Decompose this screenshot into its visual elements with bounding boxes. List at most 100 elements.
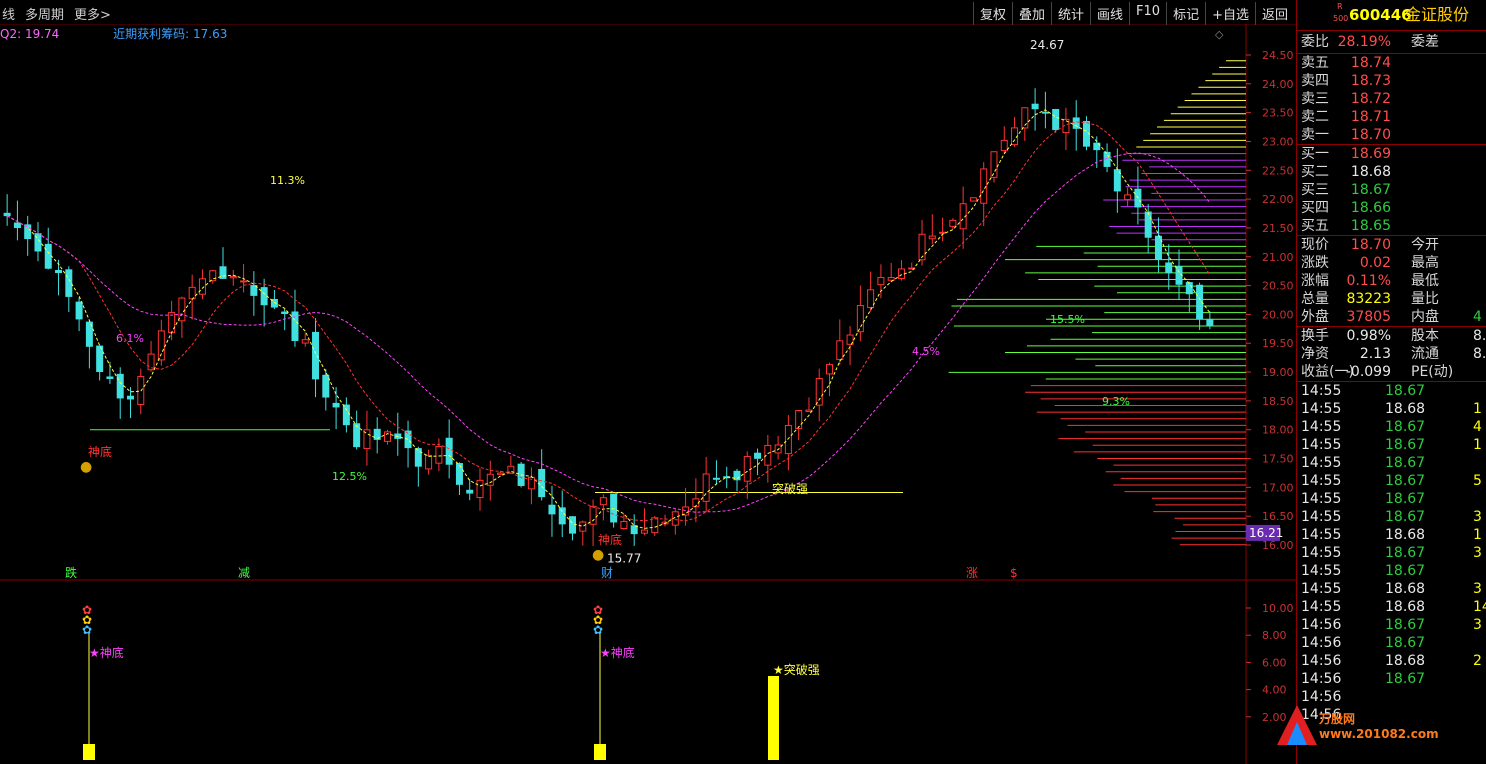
tick-row: 14:55 18.67 4: [1297, 418, 1486, 436]
tick-price: 18.68: [1385, 401, 1426, 417]
ask-row[interactable]: 卖一 18.70: [1297, 126, 1486, 144]
stat-row: 涨幅 0.11% 最低: [1297, 272, 1486, 290]
stat-label-2: 流通: [1411, 346, 1439, 362]
toolbar-button[interactable]: 叠加: [1011, 2, 1051, 25]
price-axis-label: 19.00: [1262, 366, 1294, 379]
candle-body: [116, 373, 124, 399]
toolbar-button[interactable]: 统计: [1051, 2, 1090, 25]
sub-axis-label: 10.00: [1262, 602, 1294, 615]
tick-row: 14:56 18.67: [1297, 634, 1486, 652]
toolbar-button[interactable]: 复权: [972, 2, 1012, 25]
tick-volume: 2: [1473, 653, 1482, 669]
stat-label-2: 内盘: [1411, 309, 1439, 325]
tick-row: 14:55 18.67 1: [1297, 436, 1486, 454]
tick-time: 14:55: [1301, 545, 1342, 561]
ask-row[interactable]: 卖五 18.74: [1297, 54, 1486, 72]
tick-row: 14:55 18.67: [1297, 454, 1486, 472]
watermark: 万股网 www.201082.com: [1267, 700, 1477, 760]
money-bag-icon: ●: [80, 459, 92, 475]
ma-long-line: [6, 152, 1211, 513]
toolbar-button[interactable]: 画线: [1090, 2, 1129, 25]
tick-volume: 3: [1473, 617, 1482, 633]
candle-body: [579, 521, 587, 532]
price-axis-label: 21.00: [1262, 251, 1294, 264]
indicator-line: Q2: 19.74 近期获利筹码: 17.63: [0, 25, 227, 42]
sub-signal-label: ★神底: [600, 645, 635, 660]
quote-header: R 500 600446 金证股份: [1297, 0, 1486, 31]
tick-time: 14:55: [1301, 473, 1342, 489]
toolbar-button[interactable]: 标记: [1166, 2, 1205, 25]
stat-value: 0.98%: [1346, 328, 1391, 344]
price-axis-label: 21.50: [1262, 222, 1294, 235]
butterfly-icon: ✿: [593, 623, 603, 637]
toolbar-button[interactable]: +自选: [1205, 2, 1255, 25]
ask-row[interactable]: 卖二 18.71: [1297, 108, 1486, 126]
top-toolbar: 线多周期 更多> 复权 叠加 统计 画线 F10 标记 +自选 返回: [0, 0, 1296, 25]
bid-row[interactable]: 买三 18.67: [1297, 181, 1486, 199]
stat-value-2: 8.: [1473, 328, 1486, 344]
candle-body: [1144, 211, 1152, 238]
stat-value: 37805: [1346, 309, 1391, 325]
toolbar-button[interactable]: 返回: [1254, 2, 1294, 25]
tick-row: 14:56 18.67: [1297, 670, 1486, 688]
tick-row: 14:55 18.68 1: [1297, 526, 1486, 544]
candle-body: [322, 374, 330, 398]
bid-row[interactable]: 买一 18.69: [1297, 145, 1486, 163]
pct-annotation: 12.5%: [332, 470, 367, 483]
tick-time: 14:55: [1301, 509, 1342, 525]
candle-body: [1072, 117, 1080, 129]
stat-row: 涨跌 0.02 最高: [1297, 254, 1486, 272]
tick-volume: 14: [1473, 599, 1486, 615]
sub-axis-label: 6.00: [1262, 656, 1287, 669]
toolbar-left-item[interactable]: 多周期: [25, 4, 64, 23]
tick-time: 14:56: [1301, 617, 1342, 633]
tick-volume: 5: [1473, 473, 1482, 489]
ask-label: 卖五: [1301, 55, 1329, 71]
stat-row: 净资 2.13 流通 8.: [1297, 345, 1486, 363]
price-axis-label: 22.50: [1262, 164, 1294, 177]
signal-bar: [83, 744, 95, 760]
candle-body: [157, 330, 165, 361]
toolbar-left-item[interactable]: 线: [2, 4, 15, 23]
low-price-label: 15.77: [607, 551, 641, 565]
bid-row[interactable]: 买五 18.65: [1297, 217, 1486, 235]
signal-label: 突破强: [772, 481, 808, 496]
candle-body: [702, 473, 710, 502]
bid-row[interactable]: 买四 18.66: [1297, 199, 1486, 217]
toolbar-left-item[interactable]: 更多>: [74, 4, 111, 23]
stat-value: 0.02: [1359, 255, 1391, 271]
candle-body: [743, 456, 751, 482]
stat-value-2: 8.: [1473, 346, 1486, 362]
ask-row[interactable]: 卖三 18.72: [1297, 90, 1486, 108]
quote-panel: R 500 600446 金证股份 委比 28.19% 委差 卖五 18.74 卖四…: [1277, 0, 1486, 764]
tick-price: 18.67: [1385, 635, 1426, 651]
candle-body: [1206, 319, 1214, 327]
toolbar-button[interactable]: F10: [1129, 2, 1166, 25]
candle-body: [147, 353, 155, 371]
stock-name: 金证股份: [1405, 5, 1470, 24]
tick-list[interactable]: 14:55 18.67 14:55 18.68 1 14:55 18.67 4 14:55 18.…: [1297, 382, 1486, 724]
bid-price: 18.67: [1350, 182, 1391, 198]
candle-body: [980, 168, 988, 204]
weibi-value: 28.19%: [1337, 34, 1391, 50]
high-price-label: 24.67: [1030, 38, 1064, 52]
stat-row: 收益(一) -0.099 PE(动): [1297, 363, 1486, 381]
candle-body: [229, 275, 237, 279]
candle-body: [784, 424, 792, 455]
tick-time: 14:55: [1301, 419, 1342, 435]
candle-body: [640, 529, 648, 534]
tick-price: 18.68: [1385, 599, 1426, 615]
period-marker: $: [1010, 566, 1018, 580]
candle-body: [486, 473, 494, 486]
candle-body: [435, 446, 443, 464]
stat-label-2: 今开: [1411, 237, 1439, 253]
period-marker: 减: [238, 566, 250, 580]
tick-row: 14:55 18.67 5: [1297, 472, 1486, 490]
candle-body: [75, 301, 83, 320]
candle-body: [712, 477, 720, 480]
ask-row[interactable]: 卖四 18.73: [1297, 72, 1486, 90]
bid-row[interactable]: 买二 18.68: [1297, 163, 1486, 181]
stat-label-2: 最高: [1411, 255, 1439, 271]
tick-price: 18.67: [1385, 455, 1426, 471]
kline-chart[interactable]: 24.50 24.00 23.50 23.00 22.50 22.00 21.50 21.00…: [0, 24, 1296, 764]
